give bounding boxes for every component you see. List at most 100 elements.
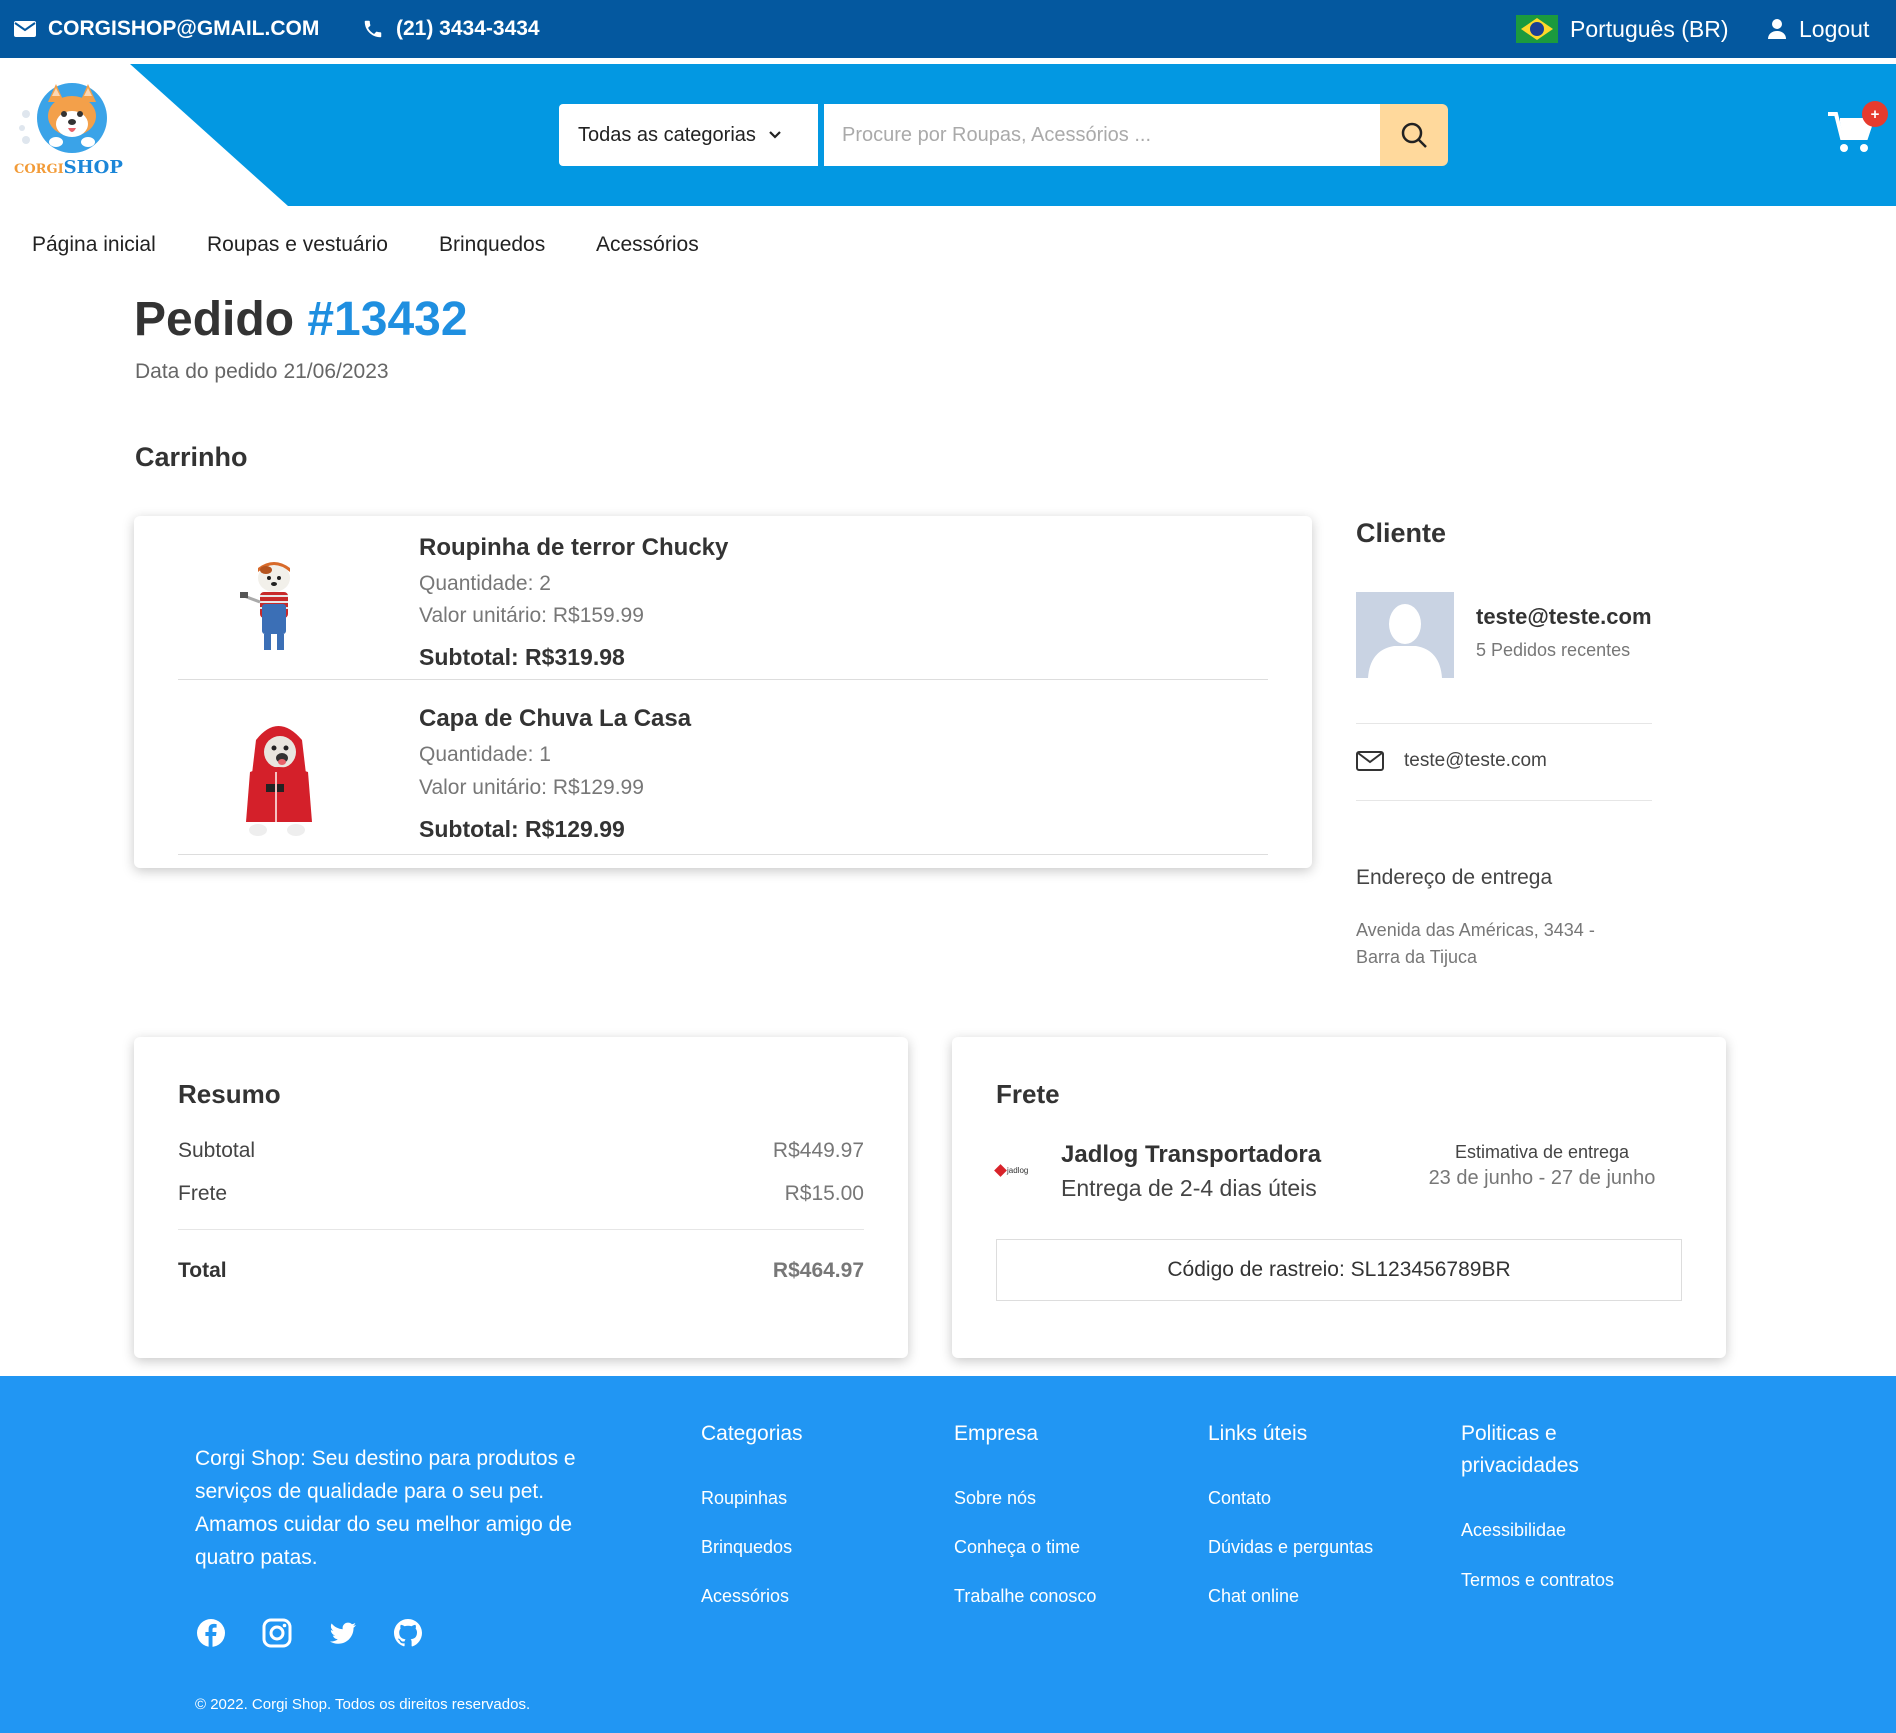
footer-col-title-policies: Politicas e privacidades xyxy=(1461,1422,1579,1477)
contact-email[interactable]: CORGISHOP@GMAIL.COM xyxy=(14,0,319,58)
search-input[interactable] xyxy=(824,104,1380,166)
divider xyxy=(1356,800,1652,801)
jadlog-logo-icon: jadlog xyxy=(994,1160,1036,1180)
logo-text-shop: SHOP xyxy=(63,157,123,178)
logo-wordmark: CORGISHOP xyxy=(14,157,123,178)
nav-accessories[interactable]: Acessórios xyxy=(596,233,699,257)
footer-copyright: © 2022. Corgi Shop. Todos os direitos re… xyxy=(195,1696,531,1713)
product-unit-price: Valor unitário: R$159.99 xyxy=(419,604,644,627)
order-title: Pedido #13432 xyxy=(134,292,468,347)
summary-total-value: R$464.97 xyxy=(772,1259,864,1282)
order-date-label: Data do pedido xyxy=(135,360,278,383)
cart-badge[interactable]: + xyxy=(1862,101,1888,127)
product-name[interactable]: Roupinha de terror Chucky xyxy=(419,534,728,562)
carrier-delivery-time: Entrega de 2-4 dias úteis xyxy=(1061,1175,1317,1201)
contact-bar: CORGISHOP@GMAIL.COM (21) 3434-3434 Portu… xyxy=(0,0,1896,58)
delivery-estimate-label: Estimativa de entrega xyxy=(1454,1142,1630,1162)
github-icon[interactable] xyxy=(393,1618,423,1648)
search-button[interactable] xyxy=(1380,104,1448,166)
product-unit-price: Valor unitário: R$129.99 xyxy=(419,776,644,799)
nav-toys[interactable]: Brinquedos xyxy=(439,233,545,257)
summary-card: Resumo Subtotal R$449.97 Frete R$15.00 T… xyxy=(134,1037,908,1358)
category-select-value: Todas as categorias xyxy=(578,123,756,146)
product-image-raincoat[interactable] xyxy=(236,714,320,846)
client-contact-email-text: teste@teste.com xyxy=(1404,750,1547,771)
client-email: teste@teste.com xyxy=(1476,604,1652,629)
logout-label: Logout xyxy=(1799,15,1870,42)
footer: Corgi Shop: Seu destino para produtos e … xyxy=(0,1376,1896,1733)
footer-link[interactable]: Brinquedos xyxy=(701,1537,792,1558)
summary-shipping-value: R$15.00 xyxy=(784,1182,864,1205)
footer-link[interactable]: Roupinhas xyxy=(701,1488,787,1509)
envelope-icon xyxy=(14,21,36,37)
shipping-card: Frete jadlog Jadlog Transportadora Entre… xyxy=(952,1037,1726,1358)
page: CORGISHOP@GMAIL.COM (21) 3434-3434 Portu… xyxy=(0,0,1896,1733)
facebook-icon[interactable] xyxy=(196,1618,226,1648)
search-icon xyxy=(1401,122,1427,148)
cart-heading: Carrinho xyxy=(135,442,248,472)
product-subtotal: Subtotal: R$129.99 xyxy=(419,816,625,842)
contact-phone[interactable]: (21) 3434-3434 xyxy=(362,0,540,58)
order-date-value: 21/06/2023 xyxy=(283,360,389,383)
carrier-name: Jadlog Transportadora xyxy=(1061,1141,1322,1168)
logo-text-corgi: CORGI xyxy=(14,162,64,177)
footer-col-title-company: Empresa xyxy=(954,1422,1039,1445)
cart-card: Roupinha de terror Chucky Quantidade: 2 … xyxy=(134,516,1312,868)
divider xyxy=(178,1229,864,1230)
instagram-icon[interactable] xyxy=(262,1618,292,1648)
cart-item: Roupinha de terror Chucky Quantidade: 2 … xyxy=(178,516,1268,680)
delivery-address: Avenida das Américas, 3434 - Barra da Ti… xyxy=(1356,917,1656,971)
order-number: #13432 xyxy=(307,293,468,346)
avatar[interactable] xyxy=(1356,592,1454,678)
client-recent-orders[interactable]: 5 Pedidos recentes xyxy=(1476,640,1630,661)
footer-link[interactable]: Acessibilidae xyxy=(1461,1520,1566,1541)
product-subtotal: Subtotal: R$319.98 xyxy=(419,644,625,670)
mail-outline-icon xyxy=(1356,751,1384,771)
category-select[interactable]: Todas as categorias xyxy=(559,104,818,166)
nav-clothing[interactable]: Roupas e vestuário xyxy=(207,233,388,257)
footer-link[interactable]: Chat online xyxy=(1208,1586,1299,1607)
footer-link[interactable]: Termos e contratos xyxy=(1461,1570,1614,1591)
cart-item: Capa de Chuva La Casa Quantidade: 1 Valo… xyxy=(178,680,1268,855)
order-title-prefix: Pedido xyxy=(134,293,295,346)
address-line-2: Barra da Tijuca xyxy=(1356,947,1478,967)
product-name[interactable]: Capa de Chuva La Casa xyxy=(419,705,691,733)
brazil-flag-icon xyxy=(1516,15,1558,43)
user-icon xyxy=(1768,19,1786,39)
summary-total-label: Total xyxy=(178,1259,227,1282)
summary-subtotal-value: R$449.97 xyxy=(772,1139,864,1162)
user-silhouette-icon xyxy=(1368,604,1442,678)
delivery-estimate: 23 de junho - 27 de junho xyxy=(1428,1167,1656,1189)
address-line-1: Avenida das Américas, 3434 - xyxy=(1356,920,1595,940)
jadlog-logo-text: jadlog xyxy=(1007,1165,1029,1175)
footer-link[interactable]: Sobre nós xyxy=(954,1488,1036,1509)
language-label: Português (BR) xyxy=(1570,15,1729,42)
contact-phone-text: (21) 3434-3434 xyxy=(396,17,540,40)
product-quantity: Quantidade: 2 xyxy=(419,572,551,595)
product-image-chucky[interactable] xyxy=(236,556,308,656)
summary-subtotal-label: Subtotal xyxy=(178,1139,256,1162)
divider xyxy=(1356,723,1652,724)
footer-link[interactable]: Trabalhe conosco xyxy=(954,1586,1096,1607)
summary-shipping-label: Frete xyxy=(178,1182,228,1205)
chevron-down-icon xyxy=(769,131,781,139)
phone-icon xyxy=(364,20,382,38)
logout-button[interactable]: Logout xyxy=(1767,0,1869,58)
footer-link[interactable]: Acessórios xyxy=(701,1586,789,1607)
tracking-code[interactable]: Código de rastreio: SL123456789BR xyxy=(996,1239,1682,1301)
footer-about: Corgi Shop: Seu destino para produtos e … xyxy=(195,1447,576,1569)
footer-col-title-links: Links úteis xyxy=(1208,1422,1308,1445)
client-heading: Cliente xyxy=(1356,518,1447,548)
contact-email-text: CORGISHOP@GMAIL.COM xyxy=(48,17,320,40)
twitter-icon[interactable] xyxy=(328,1618,358,1648)
footer-link[interactable]: Conheça o time xyxy=(954,1537,1080,1558)
client-contact-email[interactable]: teste@teste.com xyxy=(1356,750,1547,772)
footer-link[interactable]: Dúvidas e perguntas xyxy=(1208,1537,1373,1558)
nav-home[interactable]: Página inicial xyxy=(32,233,156,257)
footer-link[interactable]: Contato xyxy=(1208,1488,1271,1509)
main-nav: Página inicial Roupas e vestuário Brinqu… xyxy=(0,212,1896,278)
order-date: Data do pedido 21/06/2023 xyxy=(135,360,389,384)
product-quantity: Quantidade: 1 xyxy=(419,743,551,766)
language-selector[interactable]: Português (BR) xyxy=(1516,0,1729,58)
footer-col-title-categories: Categorias xyxy=(701,1422,803,1445)
